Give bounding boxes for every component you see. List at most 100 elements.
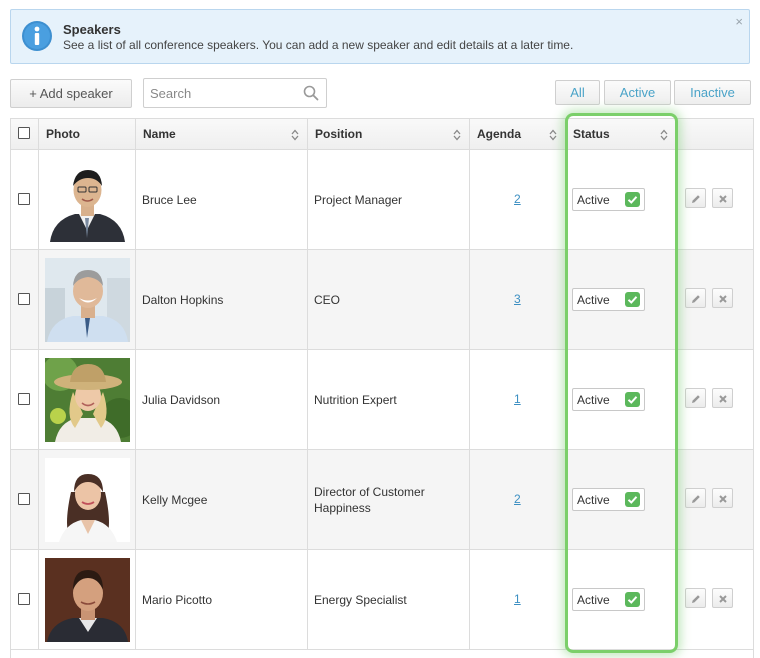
table-row: Mario Picotto Energy Specialist 1 Active: [11, 550, 753, 650]
pencil-icon: [692, 395, 700, 403]
close-icon: [719, 395, 727, 403]
delete-button[interactable]: [712, 188, 733, 208]
select-cell: [11, 550, 39, 649]
name-cell: Julia Davidson: [136, 350, 308, 449]
status-select[interactable]: Active: [572, 388, 645, 411]
agenda-link[interactable]: 2: [514, 492, 521, 506]
status-label: Active: [577, 293, 610, 307]
speaker-photo: [45, 558, 130, 642]
filter-all-button[interactable]: All: [555, 80, 600, 105]
status-label: Active: [577, 193, 610, 207]
status-select[interactable]: Active: [572, 588, 645, 611]
photo-cell: [39, 350, 136, 449]
sort-icon[interactable]: [660, 129, 668, 141]
header-position-label: Position: [315, 127, 363, 141]
select-cell: [11, 250, 39, 349]
header-position[interactable]: Position: [308, 119, 470, 150]
info-notice: Speakers See a list of all conference sp…: [10, 9, 750, 64]
agenda-link[interactable]: 1: [514, 392, 521, 406]
check-icon: [625, 192, 640, 207]
photo-cell: [39, 250, 136, 349]
row-checkbox[interactable]: [18, 593, 30, 605]
close-icon: [719, 495, 727, 503]
speaker-name: Julia Davidson: [142, 392, 221, 407]
delete-button[interactable]: [712, 388, 733, 408]
speaker-name: Dalton Hopkins: [142, 292, 224, 307]
name-cell: Kelly Mcgee: [136, 450, 308, 549]
check-icon: [625, 392, 640, 407]
header-name[interactable]: Name: [136, 119, 308, 150]
edit-button[interactable]: [685, 588, 706, 608]
delete-button[interactable]: [712, 588, 733, 608]
row-checkbox[interactable]: [18, 393, 30, 405]
close-icon[interactable]: ×: [735, 14, 743, 29]
agenda-cell: 1: [470, 350, 566, 449]
select-cell: [11, 450, 39, 549]
header-name-label: Name: [143, 127, 176, 141]
search-box[interactable]: [143, 78, 327, 108]
header-actions: [677, 119, 753, 150]
check-icon: [625, 292, 640, 307]
sort-icon[interactable]: [549, 129, 557, 141]
row-checkbox[interactable]: [18, 293, 30, 305]
search-input[interactable]: [150, 84, 298, 102]
close-icon: [719, 595, 727, 603]
table-row: Julia Davidson Nutrition Expert 1 Active: [11, 350, 753, 450]
edit-button[interactable]: [685, 288, 706, 308]
header-photo: Photo: [39, 119, 136, 150]
status-select[interactable]: Active: [572, 188, 645, 211]
notice-description: See a list of all conference speakers. Y…: [63, 38, 574, 52]
header-agenda[interactable]: Agenda: [470, 119, 566, 150]
row-checkbox[interactable]: [18, 193, 30, 205]
edit-button[interactable]: [685, 188, 706, 208]
select-all-checkbox[interactable]: [18, 127, 30, 139]
name-cell: Bruce Lee: [136, 150, 308, 249]
notice-title: Speakers: [63, 22, 121, 37]
agenda-link[interactable]: 2: [514, 192, 521, 206]
close-icon: [719, 295, 727, 303]
status-select[interactable]: Active: [572, 288, 645, 311]
row-checkbox[interactable]: [18, 493, 30, 505]
position-cell: Director of Customer Happiness: [308, 450, 470, 549]
speaker-position: Nutrition Expert: [314, 392, 397, 407]
header-select-cell: [11, 119, 39, 150]
speaker-photo: [45, 458, 130, 542]
agenda-link[interactable]: 3: [514, 292, 521, 306]
search-icon[interactable]: [303, 85, 319, 101]
agenda-cell: 3: [470, 250, 566, 349]
table-row: Kelly Mcgee Director of Customer Happine…: [11, 450, 753, 550]
position-cell: CEO: [308, 250, 470, 349]
edit-button[interactable]: [685, 488, 706, 508]
speaker-position: CEO: [314, 292, 341, 307]
agenda-link[interactable]: 1: [514, 592, 521, 606]
agenda-cell: 1: [470, 550, 566, 649]
close-icon: [719, 195, 727, 203]
select-cell: [11, 150, 39, 249]
add-speaker-button[interactable]: + Add speaker: [10, 79, 132, 108]
status-select[interactable]: Active: [572, 488, 645, 511]
edit-button[interactable]: [685, 388, 706, 408]
pencil-icon: [692, 295, 700, 303]
speaker-name: Kelly Mcgee: [142, 492, 208, 507]
header-status[interactable]: Status: [566, 119, 677, 150]
position-cell: Nutrition Expert: [308, 350, 470, 449]
photo-cell: [39, 450, 136, 549]
sort-icon[interactable]: [453, 129, 461, 141]
agenda-cell: 2: [470, 450, 566, 549]
delete-button[interactable]: [712, 288, 733, 308]
pencil-icon: [692, 495, 700, 503]
photo-cell: [39, 150, 136, 249]
position-cell: Project Manager: [308, 150, 470, 249]
pencil-icon: [692, 595, 700, 603]
check-icon: [625, 492, 640, 507]
table-row: Dalton Hopkins CEO 3 Active: [11, 250, 753, 350]
photo-cell: [39, 550, 136, 649]
delete-button[interactable]: [712, 488, 733, 508]
sort-icon[interactable]: [291, 129, 299, 141]
filter-active-button[interactable]: Active: [604, 80, 671, 105]
select-cell: [11, 350, 39, 449]
check-icon: [625, 592, 640, 607]
status-label: Active: [577, 393, 610, 407]
filter-inactive-button[interactable]: Inactive: [674, 80, 751, 105]
speaker-position: Project Manager: [314, 192, 403, 207]
